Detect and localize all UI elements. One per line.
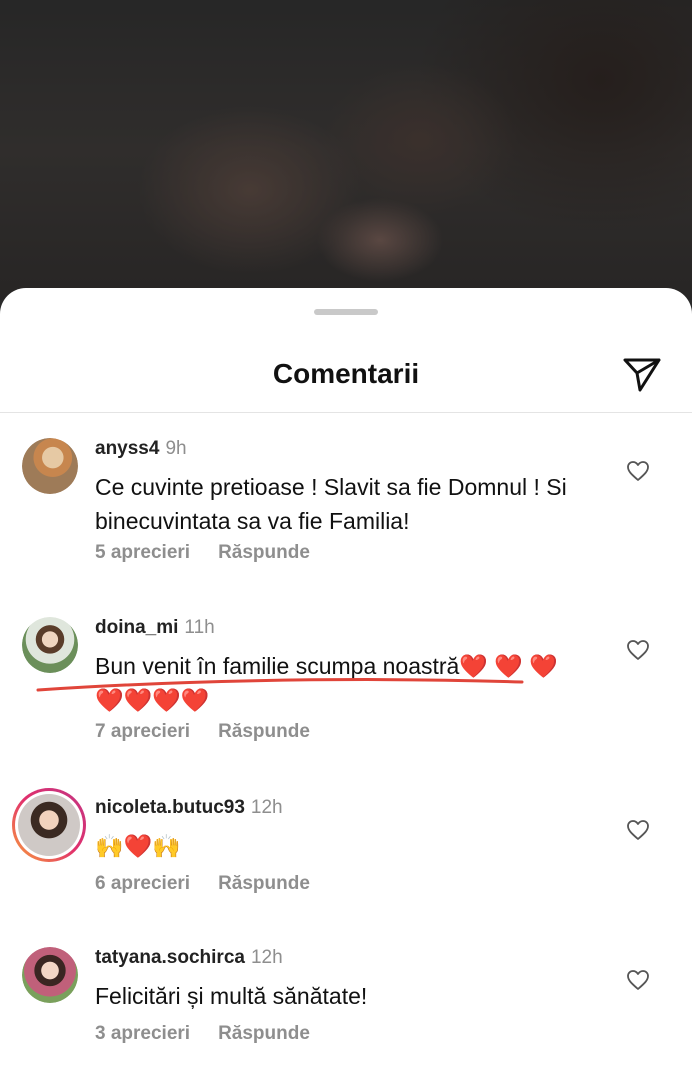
avatar[interactable] xyxy=(22,617,78,673)
comment-likes[interactable]: 7 aprecieri xyxy=(95,721,190,742)
sheet-header: Comentarii xyxy=(0,338,692,413)
send-icon[interactable] xyxy=(620,352,664,396)
post-photo xyxy=(0,0,692,300)
comment-likes[interactable]: 6 aprecieri xyxy=(95,873,190,894)
comment-username[interactable]: anyss4 xyxy=(95,438,159,459)
sheet-drag-handle[interactable] xyxy=(314,309,378,315)
comment-actions: 3 aprecieri Răspunde xyxy=(95,1023,310,1045)
sheet-title: Comentarii xyxy=(272,358,420,389)
comment-text: 🙌❤️🙌 xyxy=(95,833,181,859)
comment-username[interactable]: nicoleta.butuc93 xyxy=(95,797,245,818)
avatar[interactable] xyxy=(22,438,78,494)
heart-outline-icon[interactable] xyxy=(626,819,650,841)
comment-username[interactable]: doina_mi xyxy=(95,617,178,638)
heart-outline-icon[interactable] xyxy=(626,969,650,991)
reply-button[interactable]: Răspunde xyxy=(218,873,310,894)
comment-time: 11h xyxy=(184,617,215,638)
avatar-image xyxy=(22,947,78,1003)
avatar-image xyxy=(18,794,80,856)
avatar-image xyxy=(22,438,78,494)
heart-outline-icon[interactable] xyxy=(626,639,650,661)
comment-time: 12h xyxy=(250,797,283,818)
reply-button[interactable]: Răspunde xyxy=(218,721,310,742)
avatar-story-ring[interactable] xyxy=(12,788,86,862)
comment-meta: anyss4 9h xyxy=(95,438,187,460)
reply-button[interactable]: Răspunde xyxy=(218,542,310,563)
comment-likes[interactable]: 5 aprecieri xyxy=(95,542,190,563)
comment-time: 12h xyxy=(250,947,283,968)
comment-likes[interactable]: 3 aprecieri xyxy=(95,1023,190,1044)
avatar-image xyxy=(22,617,78,673)
comment-meta: nicoleta.butuc93 12h xyxy=(95,797,283,819)
comment-time: 9h xyxy=(165,438,187,459)
comment-username[interactable]: tatyana.sochirca xyxy=(95,947,245,968)
comment-meta: doina_mi 11h xyxy=(95,617,215,639)
reply-button[interactable]: Răspunde xyxy=(218,1023,310,1044)
comment-text: Ce cuvinte pretioase ! Slavit sa fie Dom… xyxy=(95,474,567,534)
comment-actions: 7 aprecieri Răspunde xyxy=(95,721,310,743)
comment-actions: 5 aprecieri Răspunde xyxy=(95,542,310,564)
annotation-underline xyxy=(36,678,524,692)
avatar[interactable] xyxy=(22,947,78,1003)
comment-meta: tatyana.sochirca 12h xyxy=(95,947,283,969)
heart-outline-icon[interactable] xyxy=(626,460,650,482)
comment-text: Felicitări și multă sănătate! xyxy=(95,983,368,1009)
photo-dim-overlay xyxy=(0,0,692,300)
comment-actions: 6 aprecieri Răspunde xyxy=(95,873,310,895)
